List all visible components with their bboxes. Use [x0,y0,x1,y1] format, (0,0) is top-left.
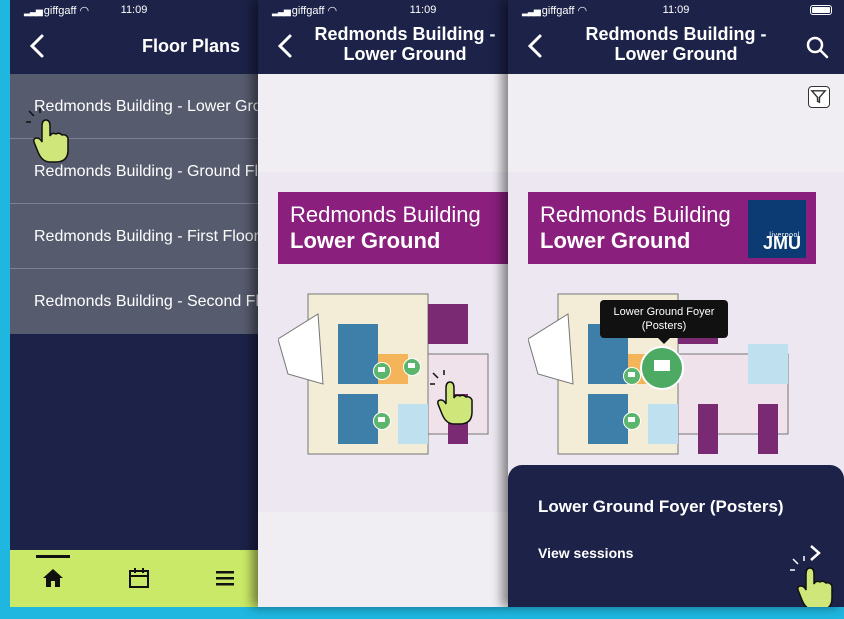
filter-button[interactable] [808,86,830,108]
list-item[interactable]: Redmonds Building - First Floor [10,204,258,269]
floorplan-drawing [278,293,489,455]
floor-plans-screen: ▂▃▅ giffgaff ◠ 11:09 Floor Plans Redmonds… [10,0,258,607]
view-sessions-button[interactable]: View sessions [538,545,633,561]
carrier: ▂▃▅ giffgaff ◠ [272,4,337,17]
signal-icon: ▂▃▅ [272,6,291,16]
floor-map[interactable]: Redmonds Building Lower Ground liverpool… [508,172,844,512]
poster-marker[interactable] [623,412,641,430]
location-sheet: Lower Ground Foyer (Posters) View sessio… [508,465,844,607]
logo-jmu: JMU [762,233,801,253]
jmu-logo: liverpool JMU [748,200,806,258]
menu-icon [216,571,234,586]
poster-marker[interactable] [373,362,391,380]
wifi-icon: ◠ [327,5,338,17]
status-bar: ▂▃▅ giffgaff ◠ 11:09 [516,4,836,18]
calendar-icon [129,568,149,588]
room-detail-screen: ▂▃▅ giffgaff ◠ 11:09 Redmonds Building - … [508,0,844,607]
back-button[interactable] [26,32,50,60]
list-item[interactable]: Redmonds Building - Lower Ground [10,74,258,139]
chevron-right-icon[interactable] [808,543,822,563]
floor-map[interactable]: Redmonds Building Lower Ground [258,172,508,512]
banner-building: Redmonds Building [290,202,481,227]
poster-marker[interactable] [403,358,421,376]
active-tab-indicator [36,555,70,558]
chevron-left-icon [527,34,542,58]
tab-menu[interactable] [194,550,254,607]
location-tooltip: Lower Ground Foyer (Posters) [600,300,728,344]
page-title: Floor Plans [141,36,240,56]
status-time: 11:09 [662,4,690,16]
tab-home[interactable] [22,550,82,607]
search-button[interactable] [804,34,830,60]
battery-icon [810,5,832,15]
status-bar: ▂▃▅ giffgaff ◠ 11:09 [266,4,500,18]
banner-floor: Lower Ground [290,228,441,253]
nav-bar: ▂▃▅ giffgaff ◠ 11:09 Floor Plans [10,0,258,74]
back-button[interactable] [524,32,548,60]
chevron-left-icon [29,34,44,58]
floor-list: Redmonds Building - Lower Ground Redmond… [10,74,258,334]
home-icon [43,569,63,587]
list-item[interactable]: Redmonds Building - Ground Floor [10,139,258,204]
poster-marker[interactable] [623,367,641,385]
carrier-label: giffgaff [291,5,325,17]
filter-icon [810,90,827,104]
tab-bar [10,550,258,607]
status-time: 11:09 [120,4,148,16]
page-title: Redmonds Building - Lower Ground [314,24,496,64]
back-button[interactable] [274,32,298,60]
chevron-left-icon [277,34,292,58]
selected-marker[interactable] [640,346,684,390]
status-time: 11:09 [409,4,437,16]
search-icon [806,36,829,59]
tab-calendar[interactable] [108,550,168,607]
map-banner: Redmonds Building Lower Ground [278,192,508,264]
nav-bar: ▂▃▅ giffgaff ◠ 11:09 Redmonds Building - … [508,0,844,74]
nav-bar: ▂▃▅ giffgaff ◠ 11:09 Redmonds Building - … [258,0,508,74]
poster-marker[interactable] [373,412,391,430]
floor-map-screen: ▂▃▅ giffgaff ◠ 11:09 Redmonds Building - … [258,0,508,607]
sheet-title: Lower Ground Foyer (Posters) [538,497,784,516]
status-bar: ▂▃▅ giffgaff ◠ 11:09 [18,4,250,18]
page-title: Redmonds Building - Lower Ground [585,24,767,64]
list-item[interactable]: Redmonds Building - Second Floor [10,269,258,334]
map-banner: Redmonds Building Lower Ground liverpool… [528,192,816,264]
